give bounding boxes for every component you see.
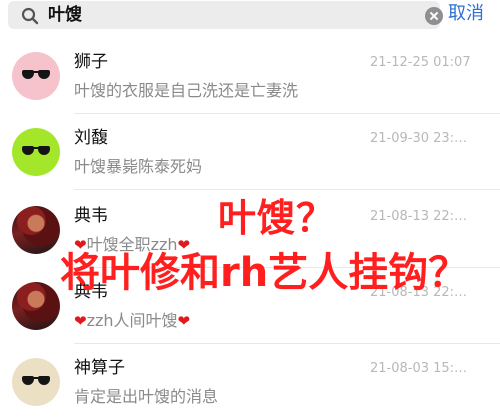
avatar — [12, 358, 60, 406]
list-item[interactable]: 狮子 21-12-25 01:07 叶馊的衣服是自己洗还是亡妻洗 — [0, 38, 500, 114]
divider — [74, 189, 500, 190]
message-text: zzh人间叶馊 — [86, 311, 178, 330]
contact-name: 狮子 — [74, 52, 108, 72]
overlay-caption-line1: 叶馊？ — [218, 196, 336, 240]
sunglasses-icon — [22, 146, 50, 155]
overlay-caption-line2: 将叶修和rh艺人挂钩？ — [60, 250, 469, 296]
contact-name: 刘馥 — [74, 128, 108, 148]
avatar — [12, 128, 60, 176]
heart-icon: ❤ — [74, 312, 87, 330]
message-preview: 叶馊的衣服是自己洗还是亡妻洗 — [74, 81, 299, 100]
clear-icon[interactable] — [425, 7, 443, 25]
message-time: 21-09-30 23:… — [370, 131, 468, 146]
search-bar: 叶馊 取消 — [0, 0, 500, 32]
avatar — [12, 206, 60, 254]
search-icon — [21, 7, 39, 25]
cancel-button[interactable]: 取消 — [448, 3, 484, 25]
heart-icon: ❤ — [177, 312, 191, 330]
message-time: 21-12-25 01:07 — [370, 55, 471, 70]
message-preview: ❤zzh人间叶馊❤ — [74, 310, 190, 332]
list-item[interactable]: 刘馥 21-09-30 23:… 叶馊暴毙陈泰死妈 — [0, 114, 500, 190]
message-preview: 肯定是出叶馊的消息 — [74, 387, 219, 406]
avatar — [12, 282, 60, 330]
message-preview: 叶馊暴毙陈泰死妈 — [74, 157, 203, 176]
search-field[interactable]: 叶馊 — [8, 1, 443, 29]
message-time: 21-08-13 22:… — [370, 209, 468, 224]
sunglasses-icon — [22, 376, 50, 385]
sunglasses-icon — [22, 70, 50, 79]
list-item[interactable]: 神算子 21-08-03 15:… 肯定是出叶馊的消息 — [0, 344, 500, 417]
contact-name: 神算子 — [74, 358, 125, 378]
search-input[interactable]: 叶馊 — [48, 5, 82, 25]
message-time: 21-08-03 15:… — [370, 361, 468, 376]
avatar — [12, 52, 60, 100]
contact-name: 典韦 — [74, 206, 108, 226]
